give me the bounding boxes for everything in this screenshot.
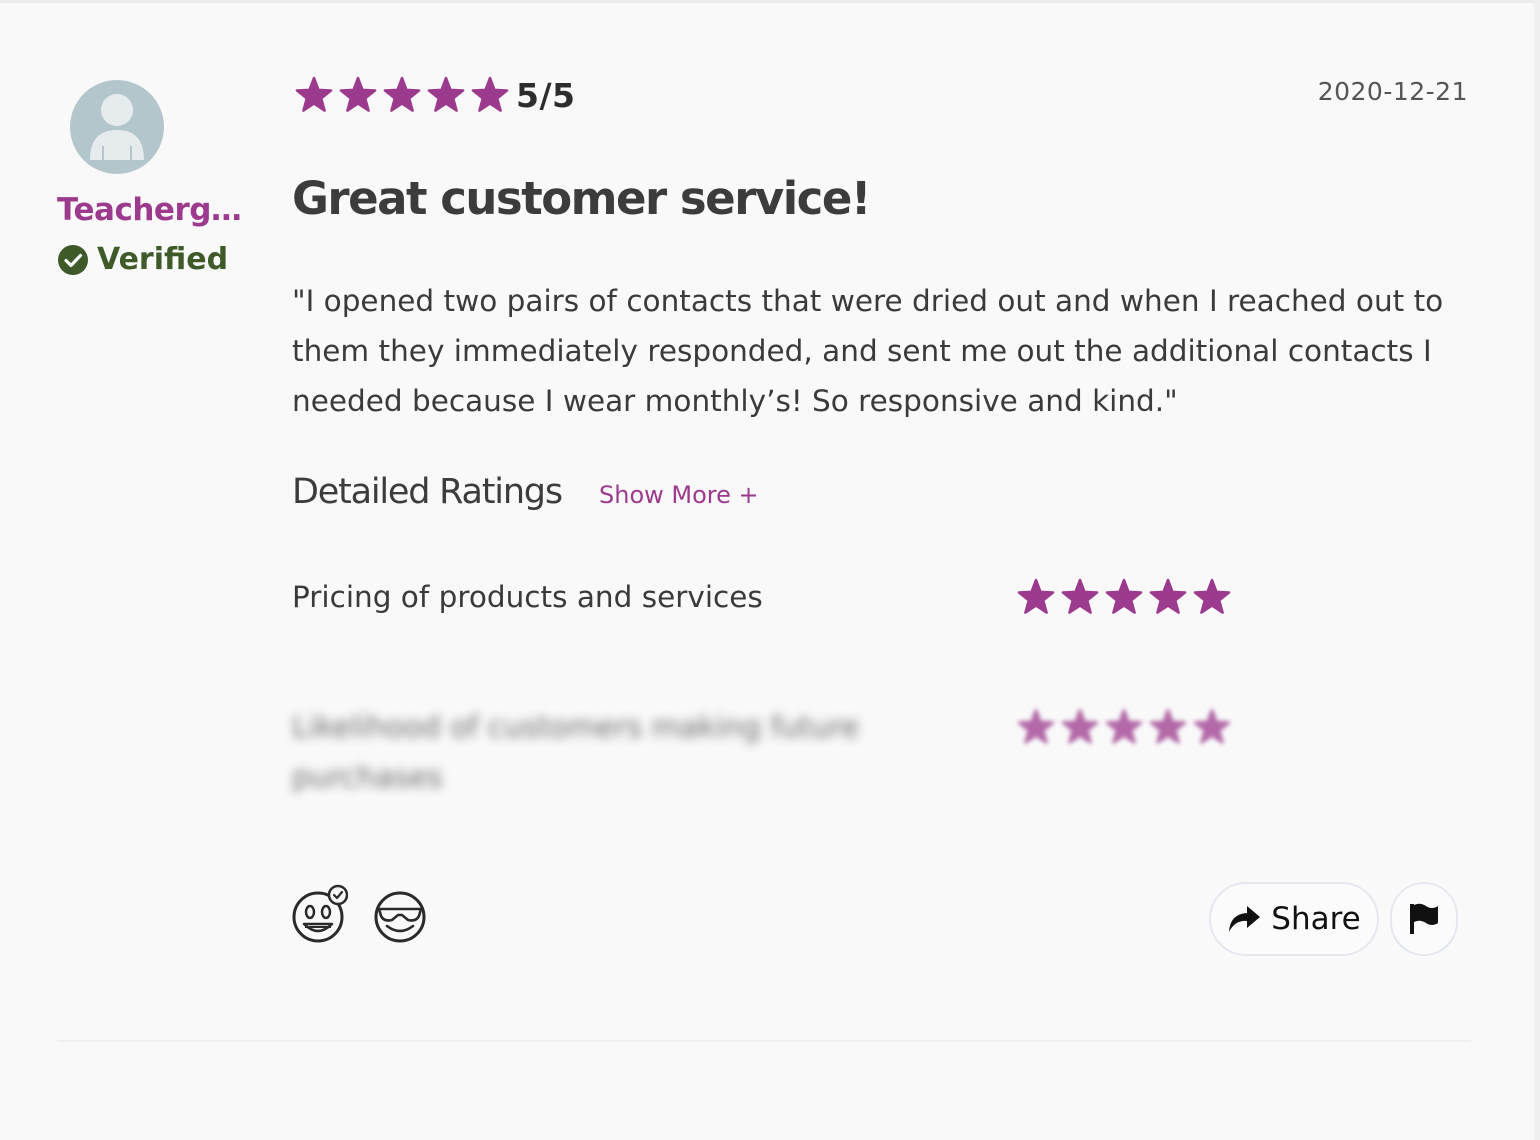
rating-score: 5/5 — [516, 75, 576, 115]
detailed-rating-stars-pricing — [1014, 576, 1234, 618]
star-icon — [383, 76, 421, 112]
star-icon — [1017, 708, 1055, 744]
star-icon — [1061, 578, 1099, 614]
detailed-ratings-heading: Detailed Ratings — [292, 472, 563, 512]
review-date: 2020-12-21 — [1317, 77, 1468, 106]
overall-stars — [292, 74, 512, 116]
star-icon — [339, 76, 377, 112]
share-label: Share — [1271, 901, 1361, 937]
review-title: Great customer service! — [292, 172, 871, 225]
star-icon — [1149, 578, 1187, 614]
flag-icon — [1410, 903, 1438, 934]
star-icon — [1193, 578, 1231, 614]
show-more-link[interactable]: Show More + — [599, 481, 759, 509]
star-icon — [1105, 578, 1143, 614]
review-body: "I opened two pairs of contacts that wer… — [292, 284, 1444, 418]
detailed-rating-label-pricing: Pricing of products and services — [292, 580, 763, 614]
right-border — [1534, 0, 1540, 1140]
author-name[interactable]: Teachergal... — [57, 192, 257, 228]
verified-label: Verified — [97, 242, 229, 277]
overall-rating: 5/5 — [292, 74, 575, 116]
verified-badge: Verified — [57, 242, 228, 277]
grinning-face-with-check-icon[interactable] — [292, 884, 348, 944]
star-icon — [1193, 708, 1231, 744]
check-circle-icon — [58, 244, 88, 275]
star-icon — [1017, 578, 1055, 614]
detailed-rating-label-future-purchases: Likelihood of customers making future pu… — [292, 710, 860, 794]
share-button[interactable]: Share — [1209, 882, 1379, 956]
star-icon — [1061, 708, 1099, 744]
detailed-rating-stars-future-purchases — [1014, 706, 1234, 748]
reactions — [292, 884, 428, 944]
user-silhouette-icon — [90, 94, 144, 160]
avatar — [70, 80, 164, 174]
star-icon — [1149, 708, 1187, 744]
star-icon — [471, 76, 509, 112]
star-icon — [1105, 708, 1143, 744]
sunglasses-face-icon[interactable] — [372, 884, 428, 944]
review-divider — [57, 1040, 1471, 1042]
share-arrow-icon — [1229, 906, 1261, 932]
top-border — [0, 0, 1540, 3]
star-icon — [295, 76, 333, 112]
report-flag-button[interactable] — [1390, 882, 1458, 956]
star-icon — [427, 76, 465, 112]
